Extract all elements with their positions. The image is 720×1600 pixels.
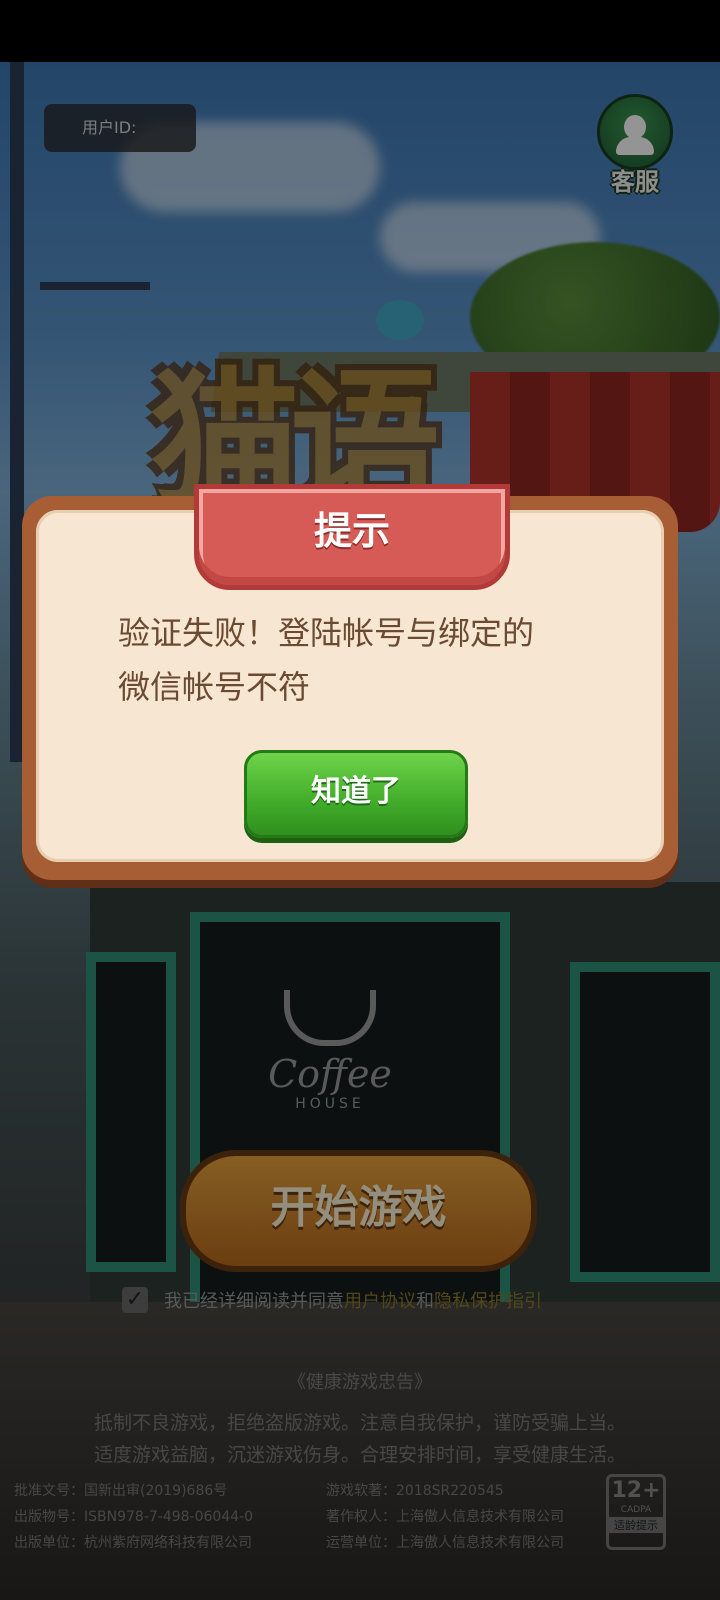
dialog-title: 提示 (313, 509, 390, 553)
dialog-message-line-2: 微信帐号不符 (118, 668, 311, 706)
dialog-confirm-button[interactable]: 知道了 (244, 750, 468, 838)
dialog-message: 验证失败！登陆帐号与绑定的 微信帐号不符 (118, 606, 618, 714)
dialog-message-line-1: 验证失败！登陆帐号与绑定的 (118, 614, 535, 652)
